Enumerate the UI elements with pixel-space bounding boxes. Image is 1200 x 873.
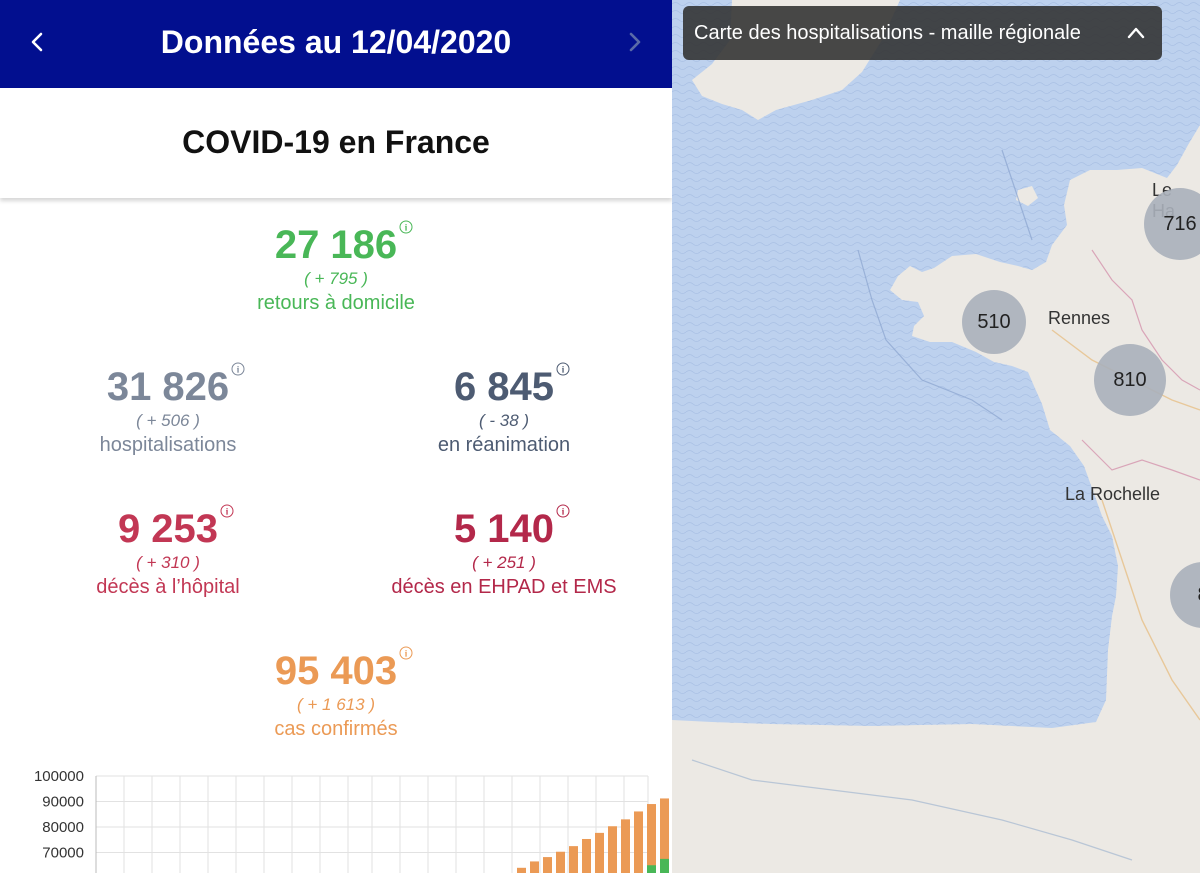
stat-label: retours à domicile [257,292,415,314]
stat-delta: ( + 251 ) [472,553,536,572]
stat-delta: ( + 795 ) [304,269,368,288]
next-day-button[interactable] [614,22,654,62]
chart-tick-label: 80000 [42,819,84,836]
info-icon[interactable]: i [399,646,413,660]
stat-deces-hopital: 9 253 i ( + 310 ) décès à l’hôpital [18,504,318,600]
chart-bar-cases [543,857,552,873]
chart-tick-label: 100000 [34,768,84,785]
stat-label: hospitalisations [99,434,237,456]
chart-tick-label: 70000 [42,845,84,862]
info-icon[interactable]: i [556,362,570,376]
stat-retours-domicile: 27 186 i ( + 795 ) retours à domicile [186,220,486,316]
city-label: Rennes [1048,308,1111,328]
chart-bar-cases [634,811,643,873]
stat-label: en réanimation [437,434,571,456]
svg-text:i: i [562,365,565,375]
stat-cas-confirmes: 95 403 i ( + 1 613 ) cas confirmés [186,646,486,742]
chevron-right-icon [629,32,641,52]
stat-value: 6 845 [453,365,555,409]
city-label: La Rochelle [1065,484,1161,504]
stat-value: 27 186 [274,223,398,267]
chart-bar-cases [569,846,578,873]
stat-value: 95 403 [274,649,398,693]
chart-bar-cases [556,851,565,873]
region-map[interactable] [672,0,1200,873]
info-icon[interactable]: i [399,220,413,234]
chart-bar-cases [647,804,656,873]
stat-delta: ( + 310 ) [136,553,200,572]
cases-chart: 100000 90000 80000 70000 [34,768,669,873]
stat-delta: ( + 1 613 ) [297,695,375,714]
stat-value: 5 140 [453,507,555,551]
chart-bar-cases [595,832,604,873]
stat-label: décès à l’hôpital [96,576,240,598]
stat-label: décès en EHPAD et EMS [391,576,617,598]
stat-delta: ( + 506 ) [136,411,200,430]
svg-text:i: i [405,649,408,659]
stat-value: 9 253 [117,507,219,551]
map-title: Carte des hospitalisations - maille régi… [694,22,1081,44]
region-count-bubble[interactable]: 510 [962,290,1026,354]
page-title: COVID-19 en France [182,124,490,160]
info-icon[interactable]: i [556,504,570,518]
svg-text:i: i [226,507,229,517]
title-bar: COVID-19 en France [0,88,672,198]
date-header: Données au 12/04/2020 [0,0,672,88]
map-panel[interactable]: Le Ha Rennes La Rochelle 716 510 810 8 C… [672,0,1200,873]
chart-bar-cases [582,838,591,873]
date-title: Données au 12/04/2020 [160,24,512,60]
chart-tick-label: 90000 [42,794,84,811]
region-count-bubble[interactable]: 810 [1094,344,1166,416]
info-icon[interactable]: i [231,362,245,376]
stat-value: 31 826 [106,365,230,409]
svg-text:i: i [562,507,565,517]
chart-bar-cases [621,819,630,873]
info-icon[interactable]: i [220,504,234,518]
chart-bar-cases [517,867,526,873]
stat-hospitalisations: 31 826 i ( + 506 ) hospitalisations [18,362,318,458]
chevron-up-icon [1127,27,1145,39]
chart-bar-cases [608,826,617,873]
data-panel: Données au 12/04/2020 COVID-19 en France… [0,0,672,873]
svg-text:i: i [405,223,408,233]
stat-deces-ehpad: 5 140 i ( + 251 ) décès en EHPAD et EMS [354,504,654,600]
stat-label: cas confirmés [274,718,398,740]
stat-reanimation: 6 845 i ( - 38 ) en réanimation [354,362,654,458]
chart-bar-cases [530,861,539,873]
stat-delta: ( - 38 ) [478,411,530,430]
chart-bar-recovered [660,858,669,873]
map-title-toggle[interactable]: Carte des hospitalisations - maille régi… [683,6,1162,60]
svg-text:i: i [237,365,240,375]
chart-bar-recovered [647,865,656,873]
